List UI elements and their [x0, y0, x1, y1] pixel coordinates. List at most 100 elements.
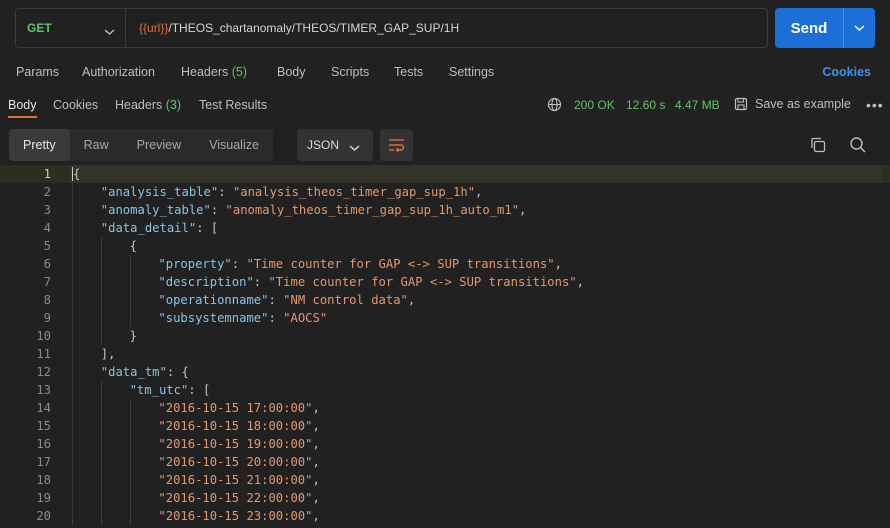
json-key: "analysis_table": [100, 185, 219, 199]
code-line: 15 "2016-10-15 18:00:00",: [0, 417, 890, 435]
indent-guide: [72, 363, 73, 381]
json-punctuation: :: [218, 185, 233, 199]
json-punctuation: ,: [576, 275, 584, 289]
code-line: 7 "description": "Time counter for GAP <-…: [0, 273, 890, 291]
globe-icon[interactable]: [547, 97, 562, 117]
indent-guide: [72, 327, 73, 345]
request-tabs: Params Authorization Headers (5) Body Sc…: [0, 58, 890, 86]
tab-scripts[interactable]: Scripts: [331, 65, 369, 79]
code-text: ],: [101, 345, 116, 363]
view-mode-visualize[interactable]: Visualize: [195, 129, 273, 161]
url-variable: {{url}}: [139, 21, 169, 35]
json-punctuation: : [: [188, 383, 211, 397]
indent-guide: [72, 435, 73, 453]
view-mode-pretty[interactable]: Pretty: [9, 129, 70, 161]
response-body-code[interactable]: 1{2 "analysis_table": "analysis_theos_tim…: [0, 165, 890, 528]
tab-headers[interactable]: Headers (5): [181, 65, 247, 79]
line-number: 8: [43, 293, 51, 307]
code-text: "property": "Time counter for GAP <-> SU…: [158, 255, 562, 273]
response-tab-headers-label: Headers: [115, 98, 163, 112]
status-code[interactable]: 200 OK: [574, 98, 615, 112]
line-number: 7: [43, 275, 51, 289]
json-punctuation: ,: [312, 509, 320, 523]
send-button[interactable]: Send: [775, 20, 843, 37]
copy-icon[interactable]: [809, 136, 827, 159]
indent-guide: [100, 237, 102, 255]
code-text: "2016-10-15 19:00:00",: [158, 435, 319, 453]
search-icon[interactable]: [849, 136, 867, 159]
line-number: 9: [43, 311, 51, 325]
indent-guide: [100, 417, 102, 435]
line-number: 17: [36, 455, 51, 469]
more-icon[interactable]: •••: [866, 97, 884, 113]
indent-guide: [129, 489, 131, 507]
json-punctuation: : {: [166, 365, 189, 379]
indent-guide: [100, 489, 102, 507]
json-punctuation: :: [231, 257, 247, 271]
indent-guide: [72, 219, 73, 237]
code-line: 9 "subsystemname": "AOCS": [0, 309, 890, 327]
response-tab-body[interactable]: Body: [8, 98, 37, 112]
format-select[interactable]: JSON: [297, 129, 373, 161]
line-number: 11: [36, 347, 51, 361]
json-string: "Time counter for GAP <-> SUP transition…: [246, 257, 555, 271]
code-text: "2016-10-15 22:00:00",: [158, 489, 319, 507]
view-mode-raw[interactable]: Raw: [70, 129, 123, 161]
code-line: 3 "anomaly_table": "anomaly_theos_timer_g…: [0, 201, 890, 219]
tab-body[interactable]: Body: [277, 65, 306, 79]
method-select[interactable]: GET: [16, 9, 126, 47]
code-line: 19 "2016-10-15 22:00:00",: [0, 489, 890, 507]
code-line: 10}: [0, 327, 890, 345]
line-number: 12: [36, 365, 51, 379]
json-string: "AOCS": [283, 311, 328, 325]
indent-guide: [129, 399, 131, 417]
response-tab-cookies[interactable]: Cookies: [53, 98, 98, 112]
response-time[interactable]: 12.60 s: [626, 98, 665, 112]
json-punctuation: : [: [196, 221, 219, 235]
indent-guide: [129, 255, 131, 273]
json-key: "operationname": [158, 293, 269, 307]
line-number: 5: [43, 239, 51, 253]
code-line: 2 "analysis_table": "analysis_theos_timer…: [0, 183, 890, 201]
indent-guide: [129, 309, 131, 327]
code-text: {: [130, 237, 137, 255]
indent-guide: [100, 291, 102, 309]
code-text: "2016-10-15 17:00:00",: [158, 399, 319, 417]
json-string: "2016-10-15 18:00:00": [158, 419, 313, 433]
json-string: "Time counter for GAP <-> SUP transition…: [268, 275, 577, 289]
json-string: "2016-10-15 21:00:00": [158, 473, 313, 487]
indent-guide: [72, 417, 73, 435]
response-tabs: Body Cookies Headers (3) Test Results 20…: [0, 92, 890, 118]
indent-guide: [100, 309, 102, 327]
json-key: "data_tm": [100, 365, 167, 379]
indent-guide: [72, 489, 73, 507]
url-path: /THEOS_chartanomaly/THEOS/TIMER_GAP_SUP/…: [168, 21, 460, 35]
json-punctuation: }: [129, 329, 137, 343]
code-text: "2016-10-15 18:00:00",: [158, 417, 319, 435]
save-as-example-button[interactable]: Save as example: [734, 97, 851, 111]
indent-guide: [129, 453, 131, 471]
chevron-down-icon: [854, 25, 865, 32]
line-number: 3: [43, 203, 51, 217]
send-options-button[interactable]: [844, 24, 875, 32]
indent-guide: [72, 381, 73, 399]
json-punctuation: :: [268, 311, 284, 325]
line-number: 16: [36, 437, 51, 451]
response-tab-test-results[interactable]: Test Results: [199, 98, 267, 112]
tab-settings[interactable]: Settings: [449, 65, 494, 79]
response-tab-headers[interactable]: Headers (3): [115, 98, 181, 112]
cookies-link[interactable]: Cookies: [822, 65, 871, 79]
response-size[interactable]: 4.47 MB: [675, 98, 720, 112]
view-mode-preview[interactable]: Preview: [123, 129, 195, 161]
code-line: 17 "2016-10-15 20:00:00",: [0, 453, 890, 471]
indent-guide: [72, 237, 73, 255]
wrap-lines-button[interactable]: [380, 129, 413, 161]
json-punctuation: ,: [312, 491, 320, 505]
url-input[interactable]: {{url}}/THEOS_chartanomaly/THEOS/TIMER_G…: [126, 21, 459, 35]
tab-authorization[interactable]: Authorization: [82, 65, 155, 79]
indent-guide: [72, 453, 73, 471]
code-text: "tm_utc": [: [130, 381, 211, 399]
tab-params[interactable]: Params: [16, 65, 59, 79]
tab-tests[interactable]: Tests: [394, 65, 423, 79]
json-key: "tm_utc": [129, 383, 189, 397]
